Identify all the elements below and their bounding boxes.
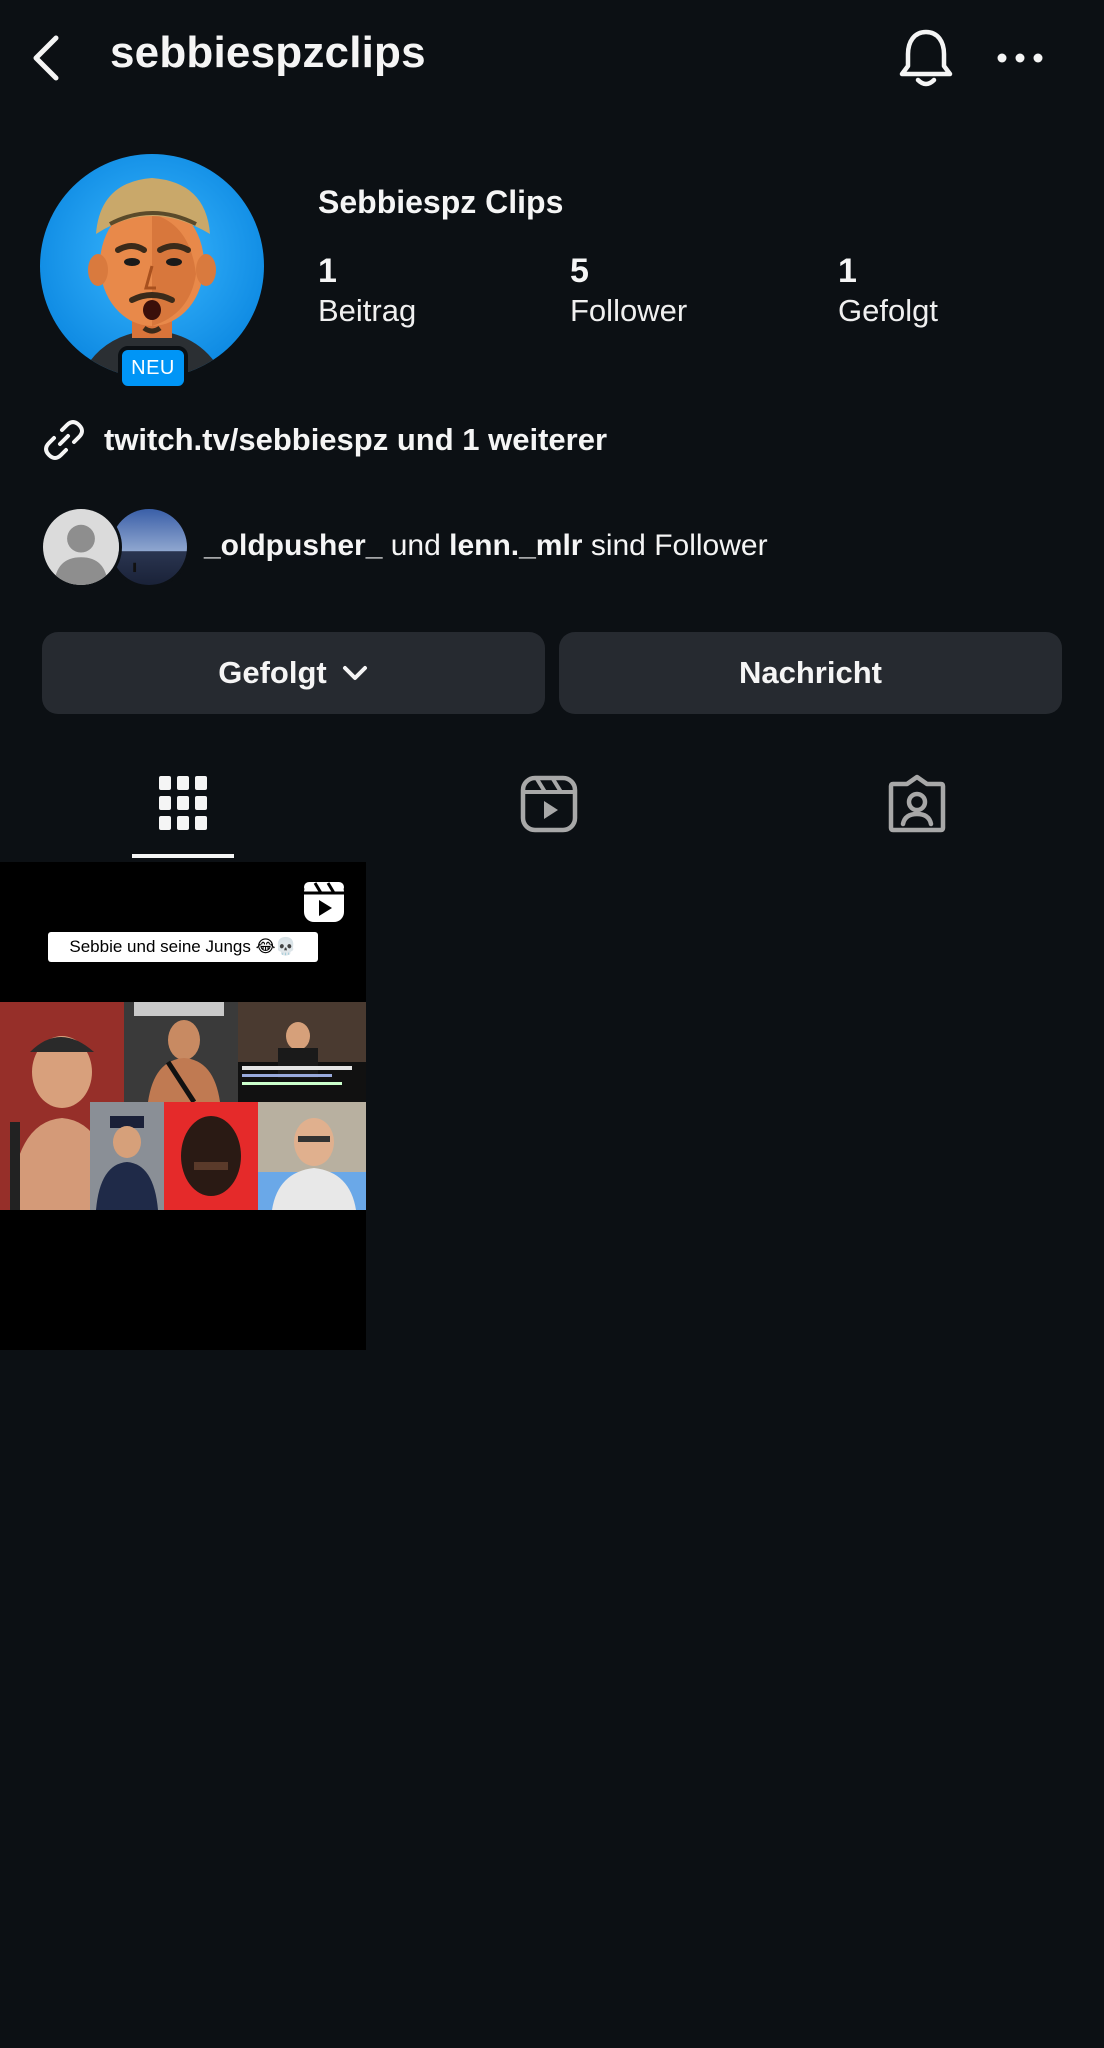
collage-image — [258, 1102, 366, 1210]
profile-username[interactable]: sebbiespzclips — [110, 28, 426, 78]
mutual-user-1[interactable]: _oldpusher_ — [204, 529, 382, 562]
collage-image — [90, 1102, 164, 1210]
following-label: Gefolgt — [838, 293, 938, 328]
collage-image — [238, 1002, 366, 1102]
collage-image — [124, 1002, 238, 1102]
reel-indicator-icon — [304, 882, 344, 922]
posts-label: Beitrag — [318, 293, 417, 328]
following-stat[interactable]: 1 Gefolgt — [838, 252, 938, 329]
link-icon — [44, 420, 84, 460]
posts-count: 1 — [318, 252, 337, 290]
mutual-followers[interactable]: _oldpusher_ und lenn._mlr sind Follower — [40, 504, 768, 588]
active-tab-indicator — [132, 854, 234, 858]
chevron-down-icon — [342, 666, 367, 680]
mutual-user-2[interactable]: lenn._mlr — [449, 529, 582, 562]
profile-avatar-container[interactable]: NEU — [40, 154, 264, 390]
posts-stat[interactable]: 1 Beitrag — [318, 252, 416, 329]
chevron-left-icon[interactable] — [26, 30, 70, 86]
message-button[interactable]: Nachricht — [559, 632, 1062, 714]
tagged-icon — [888, 774, 946, 833]
bio-link[interactable]: twitch.tv/sebbiespz und 1 weiterer — [40, 414, 607, 466]
following-count: 1 — [838, 252, 857, 290]
reels-icon — [520, 775, 578, 833]
ellipsis-icon[interactable] — [996, 40, 1044, 76]
post-caption: Sebbie und seine Jungs 😂💀 — [48, 932, 318, 962]
mutual-followers-text: _oldpusher_ und lenn._mlr sind Follower — [204, 529, 768, 563]
tab-tagged[interactable] — [862, 760, 972, 860]
mutual-suffix: sind Follower — [582, 529, 768, 562]
following-button-label: Gefolgt — [218, 655, 327, 690]
bell-icon[interactable] — [896, 26, 956, 90]
message-button-label: Nachricht — [739, 655, 882, 690]
followers-label: Follower — [570, 293, 688, 328]
following-button[interactable]: Gefolgt — [42, 632, 545, 714]
tab-reels[interactable] — [494, 760, 604, 860]
mutual-connector: und — [382, 529, 450, 562]
grid-icon — [159, 776, 207, 830]
post-collage — [0, 1002, 366, 1210]
followers-count: 5 — [570, 252, 589, 290]
bio-link-text: twitch.tv/sebbiespz und 1 weiterer — [104, 422, 608, 457]
display-name: Sebbiespz Clips — [318, 184, 564, 220]
avatar — [40, 154, 264, 378]
collage-image — [164, 1102, 258, 1210]
avatar — [40, 506, 122, 588]
profile-tabs — [0, 760, 1104, 860]
mutual-avatars — [40, 504, 190, 588]
post-thumbnail[interactable]: Sebbie und seine Jungs 😂💀 — [0, 862, 366, 1350]
profile-page: sebbiespzclips NEU Sebbiespz Clips 1 Bei… — [0, 0, 1104, 2048]
new-badge: NEU — [118, 346, 188, 390]
top-bar: sebbiespzclips — [0, 0, 1104, 116]
tab-posts[interactable] — [128, 760, 238, 860]
followers-stat[interactable]: 5 Follower — [570, 252, 687, 329]
